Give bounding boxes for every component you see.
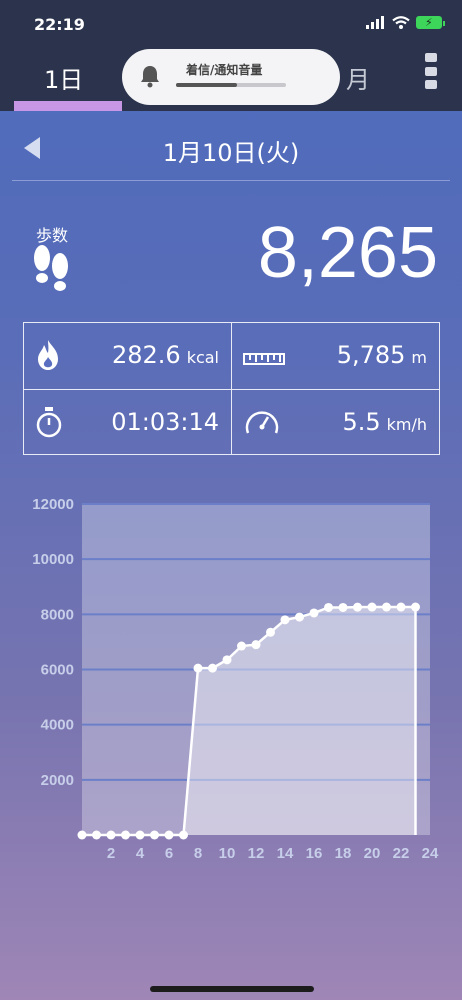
calories-value: 282.6 (111, 341, 181, 369)
footprints-icon (34, 245, 68, 291)
chart-data-point (396, 602, 406, 612)
speed-unit: km/h (386, 415, 427, 434)
chart-data-point (106, 830, 116, 840)
chart-data-point (280, 615, 290, 625)
chart-data-point (411, 602, 420, 612)
chart-data-point (222, 655, 232, 665)
y-tick-label: 4000 (41, 717, 74, 734)
y-tick-label: 6000 (41, 662, 74, 679)
battery-charging-icon: ⚡ (416, 16, 445, 29)
x-tick-label: 24 (422, 845, 439, 862)
distance-unit: m (411, 348, 427, 367)
duration-cell: 01:03:14 (24, 390, 231, 456)
divider (12, 180, 450, 181)
chart-data-point (295, 612, 304, 622)
x-tick-label: 12 (248, 845, 265, 862)
speed-value-wrap: 5.5 km/h (342, 408, 427, 436)
y-tick-label: 8000 (41, 606, 74, 623)
calories-cell: 282.6 kcal (24, 323, 231, 389)
stats-grid: 282.6 kcal 5,785 m 01:03:14 5.5 km/h (23, 322, 440, 455)
x-tick-label: 22 (393, 845, 410, 862)
x-tick-label: 14 (277, 845, 294, 862)
chart-data-point (251, 640, 261, 650)
flame-icon (38, 340, 58, 370)
calories-unit: kcal (186, 348, 219, 367)
tab-day[interactable]: 1日 (44, 60, 83, 95)
speed-cell: 5.5 km/h (232, 390, 439, 456)
steps-count: 8,265 (257, 213, 438, 293)
x-tick-label: 4 (136, 845, 145, 862)
x-tick-label: 8 (194, 845, 202, 862)
chart-data-point (179, 830, 188, 840)
chart-svg: 200040006000800010000120002 4 6 8 10 12 14 16 18… (32, 496, 439, 862)
x-tick-label: 10 (219, 845, 236, 862)
chart-data-point (208, 663, 217, 673)
speed-value: 5.5 (342, 408, 381, 436)
distance-value: 5,785 (336, 341, 406, 369)
calories-value-wrap: 282.6 kcal (112, 341, 219, 369)
chart-data-point (193, 663, 203, 673)
home-indicator[interactable] (150, 986, 314, 992)
menu-dot (425, 66, 437, 76)
volume-level-bar (176, 83, 286, 87)
menu-button[interactable] (425, 53, 441, 89)
x-tick-label: 20 (364, 845, 381, 862)
date-navigator: 1月10日(火) (0, 125, 462, 169)
y-tick-label: 2000 (41, 772, 74, 789)
distance-cell: 5,785 m (232, 323, 439, 389)
speedometer-icon (245, 411, 279, 434)
y-tick-label: 10000 (32, 551, 74, 568)
bell-icon (141, 66, 159, 88)
chart-data-point (309, 608, 319, 618)
active-tab-indicator (14, 101, 122, 111)
duration-value: 01:03:14 (111, 408, 219, 436)
signal-icon (366, 16, 384, 29)
wifi-icon (392, 16, 410, 29)
menu-dot (425, 80, 437, 89)
date-label: 1月10日(火) (162, 139, 300, 167)
x-tick-label: 6 (165, 845, 173, 862)
chart-data-point (92, 830, 101, 840)
stopwatch-icon (36, 407, 62, 438)
status-icons: ⚡ (366, 16, 445, 29)
chart-data-point (237, 641, 246, 651)
chart-data-point (367, 602, 377, 612)
status-bar: 22:19 ⚡ (0, 0, 462, 44)
status-time: 22:19 (34, 15, 85, 34)
volume-hud: 着信/通知音量 (122, 49, 340, 105)
y-tick-label: 12000 (32, 496, 74, 513)
steps-chart: 2000 4000 6000 8000 10000 12000 2 4 6 8 10 12 14 16 18… (0, 490, 462, 870)
volume-label: 着信/通知音量 (186, 63, 263, 77)
chart-data-point (353, 602, 362, 612)
ruler-icon (243, 353, 285, 365)
chart-data-point (338, 602, 348, 612)
x-tick-label: 2 (107, 845, 115, 862)
menu-dot (425, 53, 437, 62)
chart-data-point (121, 830, 130, 840)
tab-month[interactable]: 月 (346, 60, 370, 95)
volume-level-fill (176, 83, 237, 87)
x-tick-label: 16 (306, 845, 323, 862)
chart-data-point (382, 602, 391, 612)
distance-value-wrap: 5,785 m (337, 341, 427, 369)
chart-data-point (266, 627, 275, 637)
chart-data-point (135, 830, 145, 840)
duration-value-wrap: 01:03:14 (111, 408, 219, 436)
chart-data-point (324, 602, 333, 612)
chart-data-point (77, 830, 87, 840)
chart-data-point (164, 830, 174, 840)
chart-data-point (150, 830, 159, 840)
x-tick-label: 18 (335, 845, 352, 862)
